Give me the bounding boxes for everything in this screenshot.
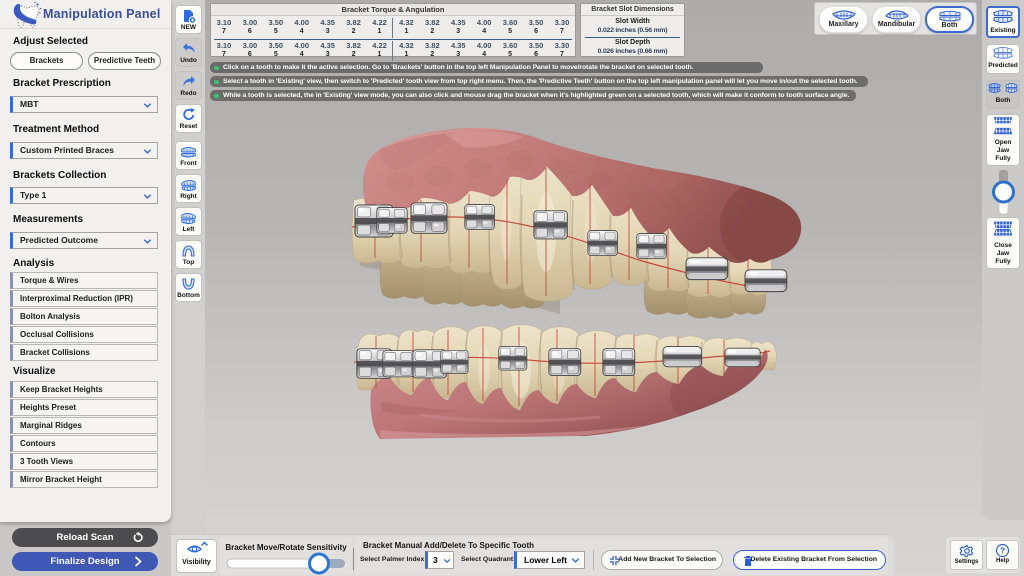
svg-text:?: ? xyxy=(1000,545,1005,555)
